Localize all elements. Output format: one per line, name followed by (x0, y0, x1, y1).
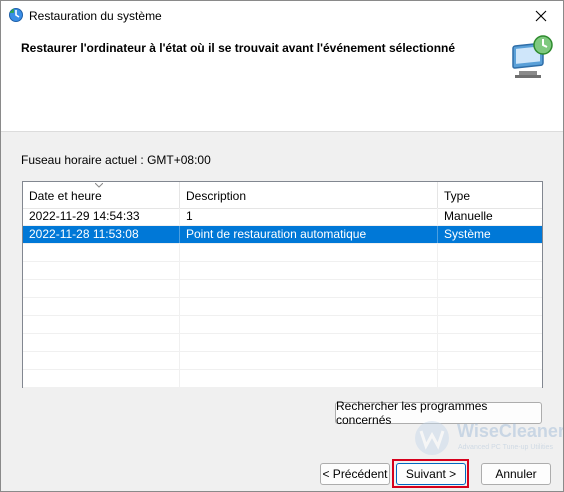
restore-points-table[interactable]: Date et heure Description Type 2022-11-2… (22, 181, 543, 388)
empty-row (23, 316, 542, 334)
header-area: Restaurer l'ordinateur à l'état où il se… (1, 31, 563, 132)
sort-down-icon (95, 183, 103, 188)
column-header-label: Type (444, 189, 471, 203)
next-button[interactable]: Suivant > (396, 463, 466, 485)
column-header-date[interactable]: Date et heure (23, 182, 180, 208)
close-button[interactable] (519, 1, 563, 31)
empty-row (23, 298, 542, 316)
cancel-button[interactable]: Annuler (481, 463, 551, 485)
wisecleaner-watermark: WiseCleaner Advanced PC Tune-up Utilitie… (413, 419, 563, 459)
timezone-label: Fuseau horaire actuel : GMT+08:00 (21, 153, 211, 167)
title-bar[interactable]: Restauration du système (1, 1, 563, 31)
previous-button[interactable]: < Précédent (320, 463, 390, 485)
column-header-label: Description (186, 189, 247, 203)
table-header: Date et heure Description Type (23, 182, 542, 209)
empty-row (23, 244, 542, 262)
table-row[interactable]: 2022-11-29 14:54:33 1 Manuelle (23, 208, 542, 226)
empty-row (23, 280, 542, 298)
cell-type: Manuelle (444, 209, 493, 223)
column-header-description[interactable]: Description (180, 182, 438, 208)
cell-type: Système (444, 227, 491, 241)
empty-row (23, 352, 542, 370)
cell-date: 2022-11-28 11:53:08 (23, 226, 180, 243)
watermark-subtitle: Advanced PC Tune-up Utilities (458, 444, 553, 451)
window-title: Restauration du système (29, 9, 162, 23)
cell-date: 2022-11-29 14:54:33 (23, 208, 180, 225)
system-restore-icon (9, 8, 23, 22)
column-header-label: Date et heure (29, 189, 102, 203)
table-row-selected[interactable]: 2022-11-28 11:53:08 Point de restauratio… (23, 226, 542, 244)
cell-description: Point de restauration automatique (180, 226, 438, 243)
cell-description: 1 (180, 208, 438, 225)
page-title: Restaurer l'ordinateur à l'état où il se… (21, 41, 456, 55)
empty-row (23, 334, 542, 352)
column-header-type[interactable]: Type (438, 182, 542, 208)
watermark-name: WiseCleaner (457, 421, 564, 441)
table-body: 2022-11-29 14:54:33 1 Manuelle 2022-11-2… (23, 208, 542, 388)
close-icon (535, 10, 547, 22)
wisecleaner-logo-icon (415, 421, 449, 455)
system-restore-window: Restauration du système Restaurer l'ordi… (0, 0, 564, 492)
empty-row (23, 262, 542, 280)
empty-row (23, 370, 542, 388)
restore-computer-icon (512, 35, 553, 78)
